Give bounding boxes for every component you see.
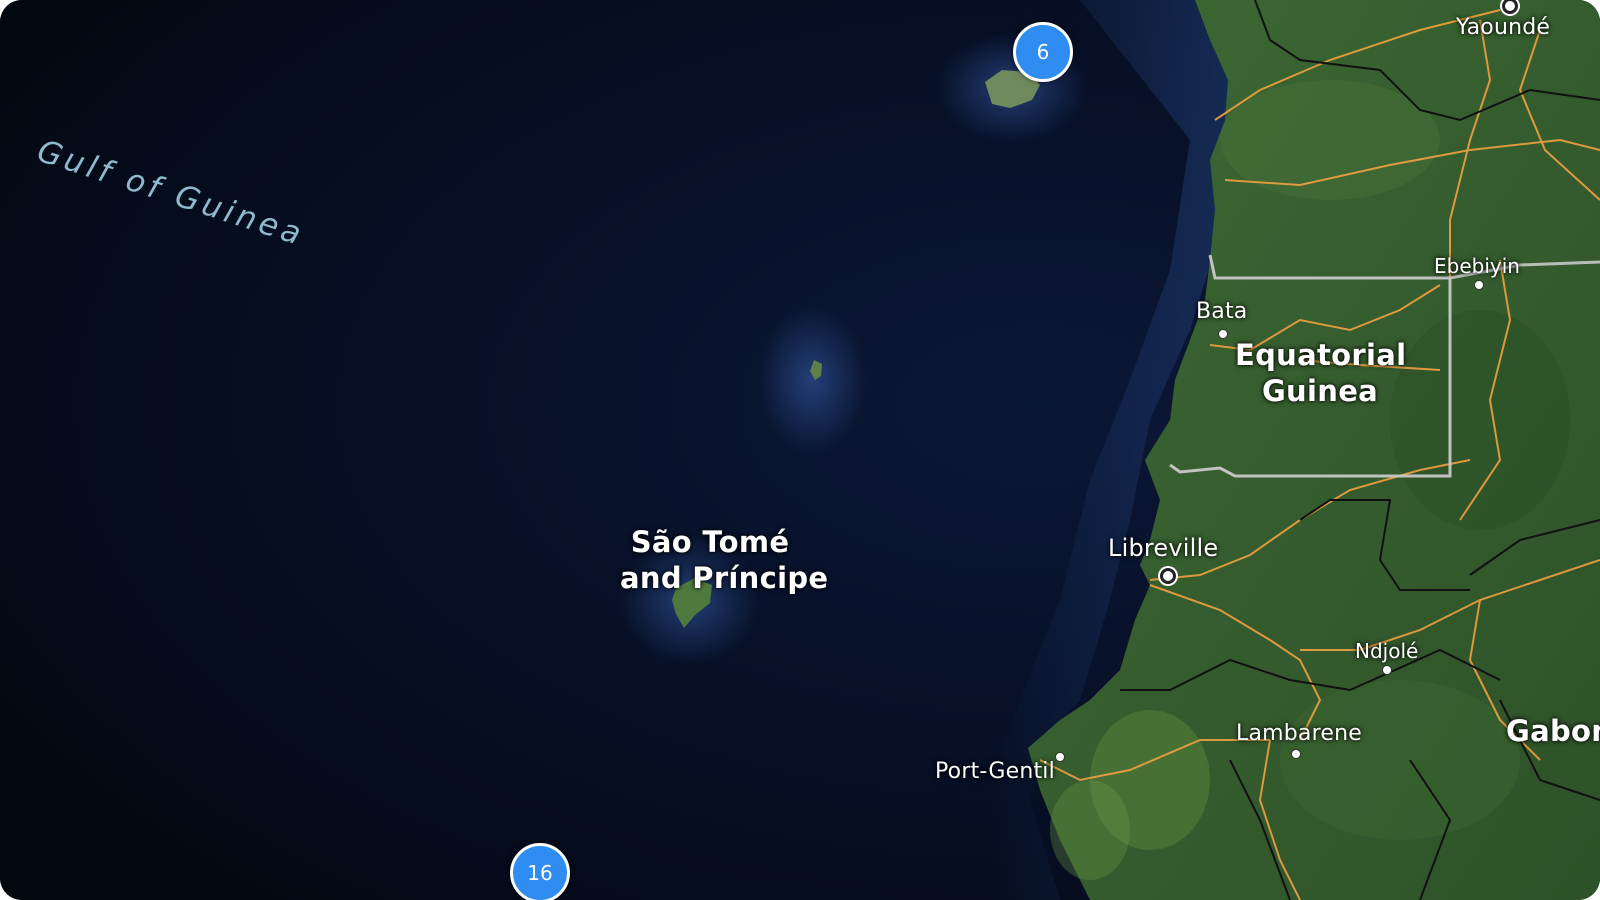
city-label-yaounde: Yaoundé bbox=[1456, 15, 1551, 40]
capital-marker-libreville bbox=[1160, 568, 1176, 584]
city-marker-ndjole bbox=[1382, 665, 1392, 675]
country-label-line: Guinea bbox=[1261, 374, 1379, 408]
city-marker-lambarene bbox=[1291, 749, 1301, 759]
city-label-bata: Bata bbox=[1196, 299, 1248, 324]
country-label-line: and Príncipe bbox=[620, 561, 829, 595]
city-label-ebebiyin: Ebebiyin bbox=[1434, 254, 1520, 278]
country-label-line: Equatorial bbox=[1235, 338, 1407, 372]
city-label-ndjole: Ndjolé bbox=[1355, 639, 1419, 663]
cluster-marker-north[interactable]: 6 bbox=[1013, 22, 1073, 82]
country-label-line: São Tomé bbox=[630, 525, 790, 559]
city-label-port-gentil: Port-Gentil bbox=[935, 759, 1055, 784]
country-label-sao-tome: São Tomé and Príncipe bbox=[620, 524, 829, 596]
city-marker-bata bbox=[1218, 329, 1228, 339]
country-label-equatorial-guinea: Equatorial Guinea bbox=[1235, 337, 1407, 409]
country-label-gabon: Gabon bbox=[1506, 714, 1600, 748]
cluster-marker-south[interactable]: 16 bbox=[510, 843, 570, 900]
map-canvas[interactable] bbox=[0, 0, 1600, 900]
city-label-lambarene: Lambarene bbox=[1236, 721, 1362, 746]
city-marker-port-gentil bbox=[1055, 752, 1065, 762]
city-marker-ebebiyin bbox=[1474, 280, 1484, 290]
city-label-libreville: Libreville bbox=[1108, 534, 1219, 562]
map-view[interactable]: Gulf of Guinea São Tomé and Príncipe Equ… bbox=[0, 0, 1600, 900]
